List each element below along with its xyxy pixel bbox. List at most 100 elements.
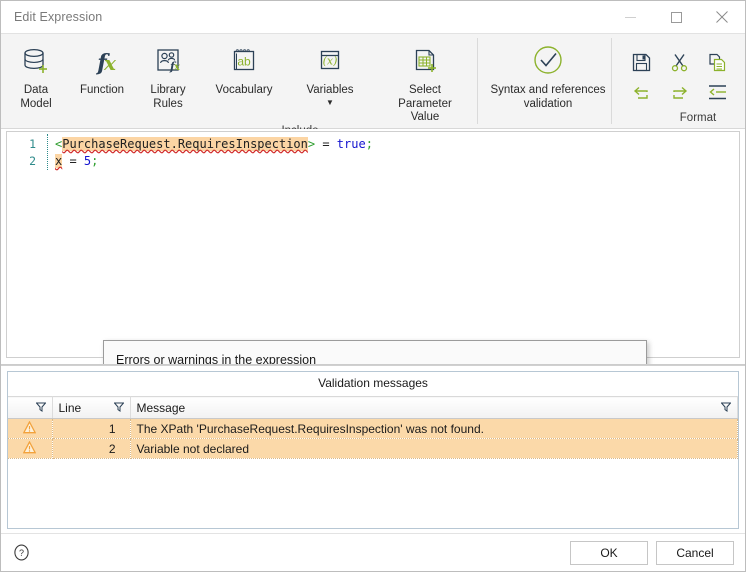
fx-icon: f x: [85, 42, 119, 82]
line-number: 2: [29, 154, 36, 168]
warning-dialog: Errors or warnings in the expression The…: [103, 340, 647, 365]
table-row[interactable]: 1 The XPath 'PurchaseRequest.RequiresIns…: [8, 418, 738, 439]
dialog-title: Errors or warnings in the expression: [116, 353, 317, 365]
ribbon-group-label-validation: [485, 112, 611, 128]
copy-icon[interactable]: [701, 48, 733, 76]
variables-x-icon: (x): [313, 42, 347, 82]
row-severity: [8, 418, 53, 439]
validation-table: Line Message 1 The XPath 'PurchaseReques…: [8, 396, 738, 459]
validation-empty-space: [8, 459, 738, 528]
code-token: =: [315, 137, 337, 151]
code-token: ;: [91, 154, 99, 168]
svg-text:ab: ab: [237, 55, 251, 69]
ribbon-button-variables[interactable]: (x) Variables ▼: [287, 40, 373, 107]
minimize-icon[interactable]: [607, 1, 653, 33]
column-header-severity[interactable]: [8, 396, 53, 419]
library-rules-icon: f x: [151, 42, 185, 82]
ribbon-label-line1: Vocabulary: [215, 84, 273, 96]
parameter-table-plus-icon: [408, 42, 442, 82]
row-line-number: 1: [52, 418, 131, 439]
ribbon-button-syntax-validation[interactable]: Syntax and references validation: [485, 40, 611, 111]
column-header-message[interactable]: Message: [130, 396, 738, 419]
undo-icon[interactable]: [625, 78, 657, 106]
warning-icon: [22, 440, 37, 457]
row-message: The XPath 'PurchaseRequest.RequiresInspe…: [130, 418, 738, 439]
column-header-line-label: Line: [58, 400, 82, 415]
row-severity: [8, 438, 53, 459]
table-row[interactable]: 2 Variable not declared: [8, 438, 738, 459]
ribbon-group-label-format: Format: [679, 112, 717, 124]
code-token: ;: [365, 137, 373, 151]
line-number: 1: [29, 137, 36, 151]
ribbon-label-line1: Variables: [306, 84, 354, 96]
ribbon-label-line1: Select Parameter: [398, 84, 452, 110]
svg-text:x: x: [173, 62, 181, 73]
close-icon[interactable]: [699, 1, 745, 33]
code-line-text[interactable]: x = 5;: [41, 153, 98, 170]
svg-text:(x): (x): [323, 55, 338, 68]
ribbon-label-line2: Rules: [153, 97, 183, 110]
ribbon-button-select-parameter-value[interactable]: Select Parameter Value: [373, 40, 477, 125]
ribbon-button-library-rules[interactable]: f x Library Rules: [135, 40, 201, 111]
code-line: 2 x = 5;: [7, 153, 739, 170]
title-bar: Edit Expression: [1, 1, 745, 33]
svg-text:x: x: [103, 51, 117, 75]
cut-icon[interactable]: [663, 48, 695, 76]
filter-icon[interactable]: [720, 401, 732, 415]
help-icon[interactable]: ?: [12, 544, 30, 562]
cancel-button[interactable]: Cancel: [656, 540, 734, 565]
paste-icon[interactable]: [739, 48, 746, 76]
save-icon[interactable]: [625, 48, 657, 76]
ribbon-toolbar: Data Model f x Function f x Library Rule…: [1, 33, 746, 137]
expression-editor-area: 1 <PurchaseRequest.RequiresInspection> =…: [1, 129, 745, 365]
indent-icon[interactable]: [739, 78, 746, 106]
ok-button[interactable]: OK: [570, 540, 648, 565]
ribbon-label-line2: Value: [410, 111, 440, 123]
filter-icon[interactable]: [112, 401, 125, 415]
ribbon-label-line1: Syntax and references: [490, 84, 606, 96]
maximize-icon[interactable]: [653, 1, 699, 33]
code-line: 1 <PurchaseRequest.RequiresInspection> =…: [7, 136, 739, 153]
ribbon-button-function[interactable]: f x Function: [69, 40, 135, 98]
validation-panel: Validation messages Line Message 1 The X…: [1, 365, 745, 533]
table-header-row: Line Message: [8, 396, 738, 419]
column-header-line[interactable]: Line: [52, 396, 131, 419]
gutter-divider: [47, 134, 49, 170]
ribbon-group-format: Format: [611, 34, 746, 128]
ribbon-label-line2: Model: [20, 97, 52, 110]
ribbon-group-include: Data Model f x Function f x Library Rule…: [1, 34, 477, 137]
redo-icon[interactable]: [663, 78, 695, 106]
ribbon-label-line1: Library: [150, 84, 186, 96]
ribbon-label-line1: Data: [23, 84, 49, 96]
code-token: true: [336, 137, 366, 151]
chevron-down-icon[interactable]: ▼: [326, 98, 334, 107]
code-line-text[interactable]: <PurchaseRequest.RequiresInspection> = t…: [41, 136, 373, 153]
row-line-number: 2: [52, 438, 131, 459]
ribbon-group-validation: Syntax and references validation: [477, 34, 611, 128]
validation-container: Validation messages Line Message 1 The X…: [7, 371, 739, 529]
edit-expression-window: Edit Expression Data Model f x Function …: [0, 0, 746, 572]
svg-text:?: ?: [18, 548, 23, 558]
vocabulary-ab-icon: ab: [227, 42, 261, 82]
filter-icon[interactable]: [34, 401, 47, 415]
row-message: Variable not declared: [130, 438, 738, 459]
footer-bar: ? OK Cancel: [1, 533, 745, 571]
window-title: Edit Expression: [14, 10, 103, 24]
check-circle-icon: [530, 42, 566, 82]
validation-caption: Validation messages: [8, 372, 738, 396]
ribbon-button-vocabulary[interactable]: ab Vocabulary: [201, 40, 287, 98]
footer-buttons: OK Cancel: [570, 540, 734, 565]
database-plus-icon: [19, 42, 53, 82]
column-header-message-label: Message: [136, 400, 186, 415]
code-editor[interactable]: 1 <PurchaseRequest.RequiresInspection> =…: [6, 131, 740, 358]
ribbon-label-line1: Function: [79, 84, 125, 96]
outdent-icon[interactable]: [701, 78, 733, 106]
warning-icon: [22, 420, 37, 437]
ribbon-label-line2: validation: [523, 97, 573, 110]
window-controls: [607, 1, 745, 33]
code-token-error: PurchaseRequest.RequiresInspection: [62, 137, 308, 151]
code-lines[interactable]: 1 <PurchaseRequest.RequiresInspection> =…: [7, 132, 739, 170]
ribbon-button-data-model[interactable]: Data Model: [3, 40, 69, 111]
format-icon-grid: [611, 40, 746, 106]
code-token: =: [62, 154, 84, 168]
